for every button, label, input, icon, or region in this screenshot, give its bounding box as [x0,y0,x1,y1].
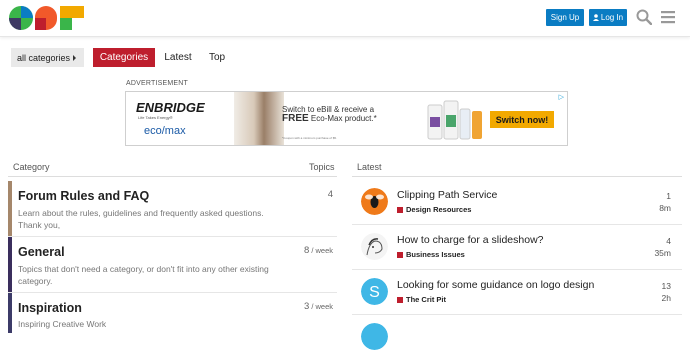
caret-right-icon [73,55,76,61]
ad-copy: Switch to eBill & receive a FREE Eco-Max… [282,105,422,124]
category-header-divider [8,176,337,177]
ad-partner: eco/max [144,125,186,137]
category-description: Inspiring Creative Work [18,319,107,329]
topic-age[interactable]: 35m [654,248,671,258]
topic-category-badge[interactable]: Design Resources [397,205,471,214]
topic-post-count: 13 [661,281,671,291]
ad-copy-free: FREE [282,113,309,124]
category-row-general[interactable]: General Topics that don't need a categor… [8,237,337,293]
topic-post-count: 4 [666,236,671,246]
category-row-inspiration[interactable]: Inspiration Inspiring Creative Work 3 / … [8,293,337,333]
hamburger-menu-icon[interactable] [660,9,676,25]
category-square-icon [397,206,403,213]
category-square-icon [397,296,403,303]
signup-button[interactable]: Sign Up [546,9,584,26]
signup-label: Sign Up [550,13,580,22]
advertisement-banner[interactable]: ENBRIDGE Life Takes Energy® eco/max Swit… [125,91,568,146]
category-topic-count: 3 / week [304,301,333,312]
avatar[interactable] [361,323,388,350]
topic-post-count: 1 [666,191,671,201]
category-topic-count: 4 [328,189,333,200]
category-color-bar [8,293,12,333]
category-description: Topics that don't need a category, or do… [18,264,269,286]
person-icon [592,14,599,21]
category-count-period: / week [309,246,333,255]
tab-top[interactable]: Top [203,48,231,67]
latest-header-divider [352,176,682,177]
category-count-value: 4 [327,189,333,200]
category-name[interactable]: Forum Rules and FAQ [18,189,149,203]
topic-age[interactable]: 2h [662,293,671,303]
topics-column-header: Topics [309,162,335,172]
topic-title[interactable]: Clipping Path Service [397,189,497,201]
category-dropdown-label: all categories [17,52,71,63]
topic-category-name: Design Resources [406,205,472,214]
category-name[interactable]: General [18,245,65,259]
ad-photo [234,92,284,145]
adchoices-icon[interactable]: ▷ [559,93,564,101]
advertisement-label: ADVERTISEMENT [126,80,188,87]
topic-title[interactable]: How to charge for a slideshow? [397,234,544,246]
login-button[interactable]: Log In [589,9,627,26]
category-color-bar [8,181,12,236]
ad-products-image [427,100,482,140]
search-icon[interactable] [636,9,652,25]
topic-category-name: Business Issues [406,250,465,259]
latest-column-header: Latest [357,162,382,172]
category-topic-count: 8 / week [304,245,333,256]
site-header: Sign Up Log In [0,0,690,37]
site-logo[interactable] [9,5,85,31]
avatar[interactable]: S [361,278,388,305]
avatar[interactable] [361,233,388,260]
topic-title[interactable]: Looking for some guidance on logo design [397,279,594,291]
avatar[interactable] [361,188,388,215]
category-name[interactable]: Inspiration [18,301,82,315]
topic-row[interactable]: Clipping Path Service Design Resources 1… [352,180,682,225]
category-count-period: / week [309,302,333,311]
topic-category-badge[interactable]: The Crit Pit [397,295,446,304]
ad-brand: ENBRIDGE [136,100,205,115]
category-column-header: Category [13,162,50,172]
topic-category-badge[interactable]: Business Issues [397,250,465,259]
ad-copy-line3: Eco-Max product.* [310,114,377,123]
login-label: Log In [600,13,624,22]
ad-cta-button[interactable]: Switch now! [490,111,554,128]
avatar-letter: S [369,284,380,301]
tab-categories[interactable]: Categories [93,48,155,67]
topic-category-name: The Crit Pit [406,295,447,304]
topic-row[interactable]: S Looking for some guidance on logo desi… [352,270,682,315]
category-color-bar [8,237,12,292]
topic-age[interactable]: 8m [659,203,671,213]
category-dropdown[interactable]: all categories [11,48,84,67]
topic-row-partial[interactable] [352,315,682,360]
category-square-icon [397,251,403,258]
tab-latest[interactable]: Latest [160,48,196,67]
category-description: Learn about the rules, guidelines and fr… [18,208,264,230]
ad-fine-print: *Coupon with a minimum purchase of $5. [282,136,337,140]
ad-brand-tagline: Life Takes Energy® [138,115,173,120]
category-row-forum-rules[interactable]: Forum Rules and FAQ Learn about the rule… [8,181,337,237]
topic-row[interactable]: How to charge for a slideshow? Business … [352,225,682,270]
